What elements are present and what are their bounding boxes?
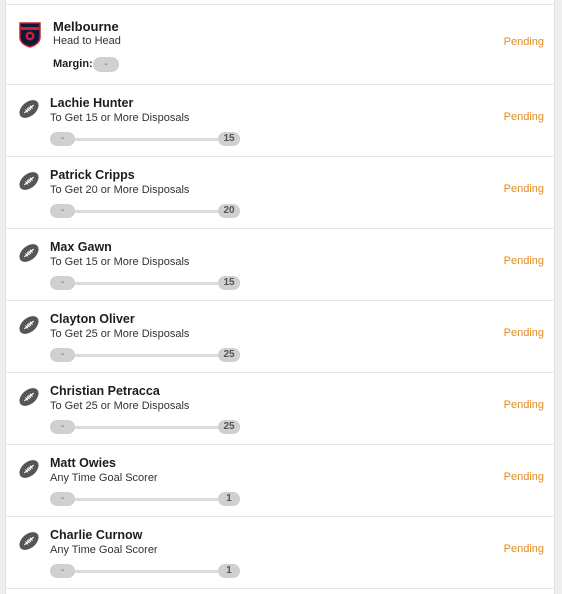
margin-value-pill: - — [93, 57, 119, 72]
progress-target-pill: 1 — [218, 564, 240, 578]
progress-current-pill: - — [50, 492, 75, 506]
bet-row: Patrick Cripps To Get 20 or More Disposa… — [6, 157, 554, 229]
progress-current-pill: - — [50, 276, 75, 290]
status-badge: Pending — [503, 471, 544, 483]
progress-track — [50, 498, 240, 501]
status-badge: Pending — [503, 36, 544, 48]
football-icon — [19, 460, 39, 478]
bet-market: Any Time Goal Scorer — [50, 472, 158, 484]
player-name: Max Gawn — [50, 240, 112, 254]
progress-track — [50, 210, 240, 213]
bet-row: Lachie Hunter To Get 15 or More Disposal… — [6, 85, 554, 157]
status-badge: Pending — [503, 399, 544, 411]
bet-market: To Get 25 or More Disposals — [50, 400, 190, 412]
progress-track — [50, 426, 240, 429]
status-badge: Pending — [503, 183, 544, 195]
player-name: Charlie Curnow — [50, 528, 143, 542]
team-market: Head to Head — [53, 35, 121, 47]
progress-target-pill: 25 — [218, 348, 240, 362]
status-badge: Pending — [503, 255, 544, 267]
bet-market: Any Time Goal Scorer — [50, 544, 158, 556]
progress-track — [50, 570, 240, 573]
player-name: Christian Petracca — [50, 384, 160, 398]
player-name: Clayton Oliver — [50, 312, 135, 326]
progress-current-pill: - — [50, 348, 75, 362]
bet-row: Christian Petracca To Get 25 or More Dis… — [6, 373, 554, 445]
football-icon — [19, 244, 39, 262]
bet-market: To Get 15 or More Disposals — [50, 112, 190, 124]
melbourne-logo-icon — [19, 22, 41, 48]
player-name: Lachie Hunter — [50, 96, 134, 110]
progress-current-pill: - — [50, 564, 75, 578]
progress-track — [50, 282, 240, 285]
football-icon — [19, 532, 39, 550]
football-icon — [19, 388, 39, 406]
team-bet-row: Melbourne Head to Head Margin: - Pending — [6, 5, 554, 85]
progress-target-pill: 15 — [218, 132, 240, 146]
bet-row: Max Gawn To Get 15 or More Disposals - 1… — [6, 229, 554, 301]
progress-target-pill: 15 — [218, 276, 240, 290]
progress-current-pill: - — [50, 420, 75, 434]
status-badge: Pending — [503, 543, 544, 555]
bet-row: Clayton Oliver To Get 25 or More Disposa… — [6, 301, 554, 373]
player-name: Matt Owies — [50, 456, 116, 470]
football-icon — [19, 100, 39, 118]
progress-track — [50, 354, 240, 357]
margin-label: Margin: — [53, 58, 93, 70]
bet-market: To Get 25 or More Disposals — [50, 328, 190, 340]
player-name: Patrick Cripps — [50, 168, 135, 182]
status-badge: Pending — [503, 111, 544, 123]
progress-target-pill: 25 — [218, 420, 240, 434]
progress-track — [50, 138, 240, 141]
bet-row: Charlie Curnow Any Time Goal Scorer - 1 … — [6, 517, 554, 589]
team-name: Melbourne — [53, 19, 119, 34]
bet-market: To Get 20 or More Disposals — [50, 184, 190, 196]
football-icon — [19, 316, 39, 334]
progress-current-pill: - — [50, 204, 75, 218]
progress-target-pill: 1 — [218, 492, 240, 506]
status-badge: Pending — [503, 327, 544, 339]
progress-target-pill: 20 — [218, 204, 240, 218]
bet-row: Matt Owies Any Time Goal Scorer - 1 Pend… — [6, 445, 554, 517]
progress-current-pill: - — [50, 132, 75, 146]
bet-legs-panel: Melbourne Head to Head Margin: - Pending… — [5, 0, 555, 594]
bet-market: To Get 15 or More Disposals — [50, 256, 190, 268]
football-icon — [19, 172, 39, 190]
